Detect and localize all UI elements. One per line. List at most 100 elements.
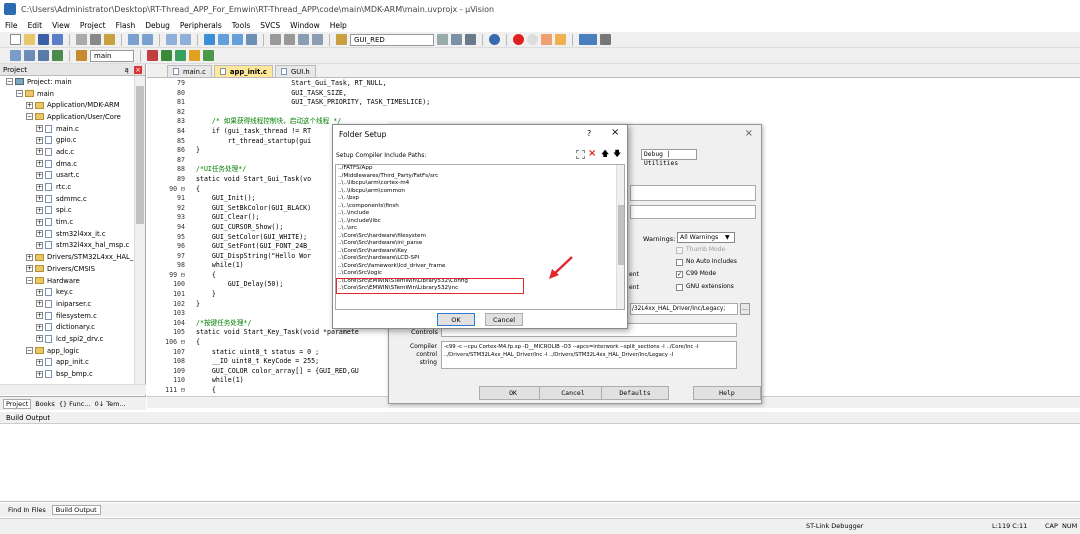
project-hscrollbar[interactable] bbox=[0, 384, 146, 395]
replace-icon[interactable] bbox=[465, 34, 476, 45]
thumb-mode-checkbox[interactable] bbox=[676, 247, 683, 254]
expand-toggle-icon[interactable]: − bbox=[16, 90, 23, 98]
expand-toggle-icon[interactable]: + bbox=[36, 335, 43, 343]
tree-file[interactable]: + stm32l4xx_hal_msp.c bbox=[0, 240, 134, 252]
include-path-item[interactable]: ..\..\include bbox=[336, 210, 624, 218]
include-path-item[interactable]: ..\Core\Src\logic bbox=[336, 270, 624, 278]
expand-toggle-icon[interactable]: + bbox=[26, 101, 33, 109]
expand-toggle-icon[interactable]: + bbox=[36, 241, 43, 249]
rebuild-icon[interactable] bbox=[38, 50, 49, 61]
new-folder-icon[interactable] bbox=[576, 150, 585, 159]
expand-toggle-icon[interactable]: − bbox=[26, 277, 33, 285]
include-path-item[interactable]: ..\..\src bbox=[336, 225, 624, 233]
tree-file[interactable]: + dma.c bbox=[0, 158, 134, 170]
clear-bookmarks-icon[interactable] bbox=[246, 34, 257, 45]
bookmark-icon[interactable] bbox=[204, 34, 215, 45]
undo-icon[interactable] bbox=[128, 34, 139, 45]
undefine-field[interactable] bbox=[630, 205, 756, 219]
tree-file[interactable]: + app_init.c bbox=[0, 357, 134, 369]
expand-toggle-icon[interactable]: + bbox=[36, 288, 43, 296]
menu-view[interactable]: View bbox=[47, 21, 75, 30]
panel-close-icon[interactable]: × bbox=[134, 65, 142, 74]
load-icon[interactable] bbox=[76, 50, 87, 61]
select-packs-icon[interactable] bbox=[203, 50, 214, 61]
tree-folder[interactable]: + Drivers/STM32L4xx_HAL_ bbox=[0, 251, 134, 263]
translate-icon[interactable] bbox=[10, 50, 21, 61]
build-icon[interactable] bbox=[24, 50, 35, 61]
tree-file[interactable]: + bsp_bmp.c bbox=[0, 368, 134, 380]
redo-icon[interactable] bbox=[142, 34, 153, 45]
tab-build-output[interactable]: Build Output bbox=[51, 505, 101, 515]
no-auto-includes-checkbox[interactable] bbox=[676, 259, 683, 266]
expand-toggle-icon[interactable]: + bbox=[36, 312, 43, 320]
menu-file[interactable]: File bbox=[0, 21, 23, 30]
project-tab-2[interactable]: {} Func... bbox=[59, 400, 91, 408]
menu-edit[interactable]: Edit bbox=[23, 21, 48, 30]
cut-icon[interactable] bbox=[76, 34, 87, 45]
include-path-item[interactable]: ..\..\include\libc bbox=[336, 218, 624, 226]
tree-folder[interactable]: − main bbox=[0, 88, 134, 100]
close-icon[interactable]: × bbox=[611, 127, 619, 138]
expand-toggle-icon[interactable]: + bbox=[36, 171, 43, 179]
editor-tab-GUI-h[interactable]: GUI.h bbox=[274, 65, 316, 77]
tree-file[interactable]: + spi.c bbox=[0, 205, 134, 217]
tree-file[interactable]: + usart.c bbox=[0, 170, 134, 182]
forward-icon[interactable] bbox=[180, 34, 191, 45]
folder-ok-button[interactable]: OK bbox=[437, 313, 475, 326]
include-paths-field[interactable]: /32L4xx_HAL_Driver/Inc/Legacy; bbox=[630, 303, 738, 315]
indent-icon[interactable] bbox=[270, 34, 281, 45]
tree-file[interactable]: + iniparser.c bbox=[0, 298, 134, 310]
include-path-item[interactable]: ../Middlewares/Third_Party/FatFs/src bbox=[336, 173, 624, 181]
editor-tab-app_init-c[interactable]: app_init.c bbox=[213, 65, 273, 77]
kill-breakpoints-icon[interactable] bbox=[541, 34, 552, 45]
open-folder-icon[interactable] bbox=[24, 34, 35, 45]
copy-icon[interactable] bbox=[90, 34, 101, 45]
menu-debug[interactable]: Debug bbox=[140, 21, 175, 30]
include-path-item[interactable]: ..\Core\Src\hardware\LCD-SPI bbox=[336, 255, 624, 263]
options-help-button[interactable]: Help bbox=[693, 386, 761, 400]
expand-toggle-icon[interactable]: + bbox=[36, 136, 43, 144]
tree-file[interactable]: + stm32l4xx_it.c bbox=[0, 228, 134, 240]
menu-flash[interactable]: Flash bbox=[111, 21, 141, 30]
expand-toggle-icon[interactable]: − bbox=[6, 78, 13, 86]
comment-icon[interactable] bbox=[298, 34, 309, 45]
paths-scroll-thumb[interactable] bbox=[618, 205, 624, 265]
prev-bookmark-icon[interactable] bbox=[218, 34, 229, 45]
enable-breakpoint-icon[interactable] bbox=[555, 34, 566, 45]
expand-toggle-icon[interactable]: + bbox=[36, 300, 43, 308]
menu-window[interactable]: Window bbox=[285, 21, 325, 30]
chevron-down-icon[interactable]: ▼ bbox=[725, 234, 730, 241]
expand-toggle-icon[interactable]: + bbox=[36, 125, 43, 133]
unindent-icon[interactable] bbox=[284, 34, 295, 45]
tree-file[interactable]: + adc.c bbox=[0, 146, 134, 158]
debug-start-icon[interactable] bbox=[513, 34, 524, 45]
target-options-icon[interactable] bbox=[147, 50, 158, 61]
find-combo[interactable]: GUI_RED bbox=[350, 33, 434, 46]
find-dropdown-icon[interactable] bbox=[437, 34, 448, 45]
move-down-icon[interactable]: 🡇 bbox=[613, 148, 621, 162]
download-icon[interactable] bbox=[52, 50, 63, 61]
include-path-item[interactable]: ..\Core\Src\hardware\ini_parse bbox=[336, 240, 624, 248]
expand-toggle-icon[interactable]: + bbox=[36, 323, 43, 331]
expand-toggle-icon[interactable]: + bbox=[36, 148, 43, 156]
target-select[interactable]: main bbox=[90, 49, 134, 62]
expand-toggle-icon[interactable]: + bbox=[36, 206, 43, 214]
tree-folder[interactable]: + Drivers/CMSIS bbox=[0, 263, 134, 275]
zoom-icon[interactable] bbox=[489, 34, 500, 45]
move-up-icon[interactable]: 🡅 bbox=[601, 148, 609, 162]
tree-file[interactable]: + main.c bbox=[0, 123, 134, 135]
define-field[interactable] bbox=[630, 185, 756, 201]
save-icon[interactable] bbox=[38, 34, 49, 45]
menu-help[interactable]: Help bbox=[325, 21, 352, 30]
paste-icon[interactable] bbox=[104, 34, 115, 45]
menu-peripherals[interactable]: Peripherals bbox=[175, 21, 227, 30]
tree-file[interactable]: + key.c bbox=[0, 286, 134, 298]
expand-toggle-icon[interactable]: − bbox=[26, 113, 33, 121]
tab-find-in-files[interactable]: Find In Files bbox=[8, 506, 46, 514]
find-in-files-icon[interactable] bbox=[336, 34, 347, 45]
editor-tab-main-c[interactable]: main.c bbox=[167, 65, 212, 77]
expand-toggle-icon[interactable]: + bbox=[36, 160, 43, 168]
menu-project[interactable]: Project bbox=[75, 21, 111, 30]
expand-toggle-icon[interactable]: + bbox=[36, 230, 43, 238]
include-path-item[interactable]: ..\Core\Src\hardware\filesystem bbox=[336, 233, 624, 241]
